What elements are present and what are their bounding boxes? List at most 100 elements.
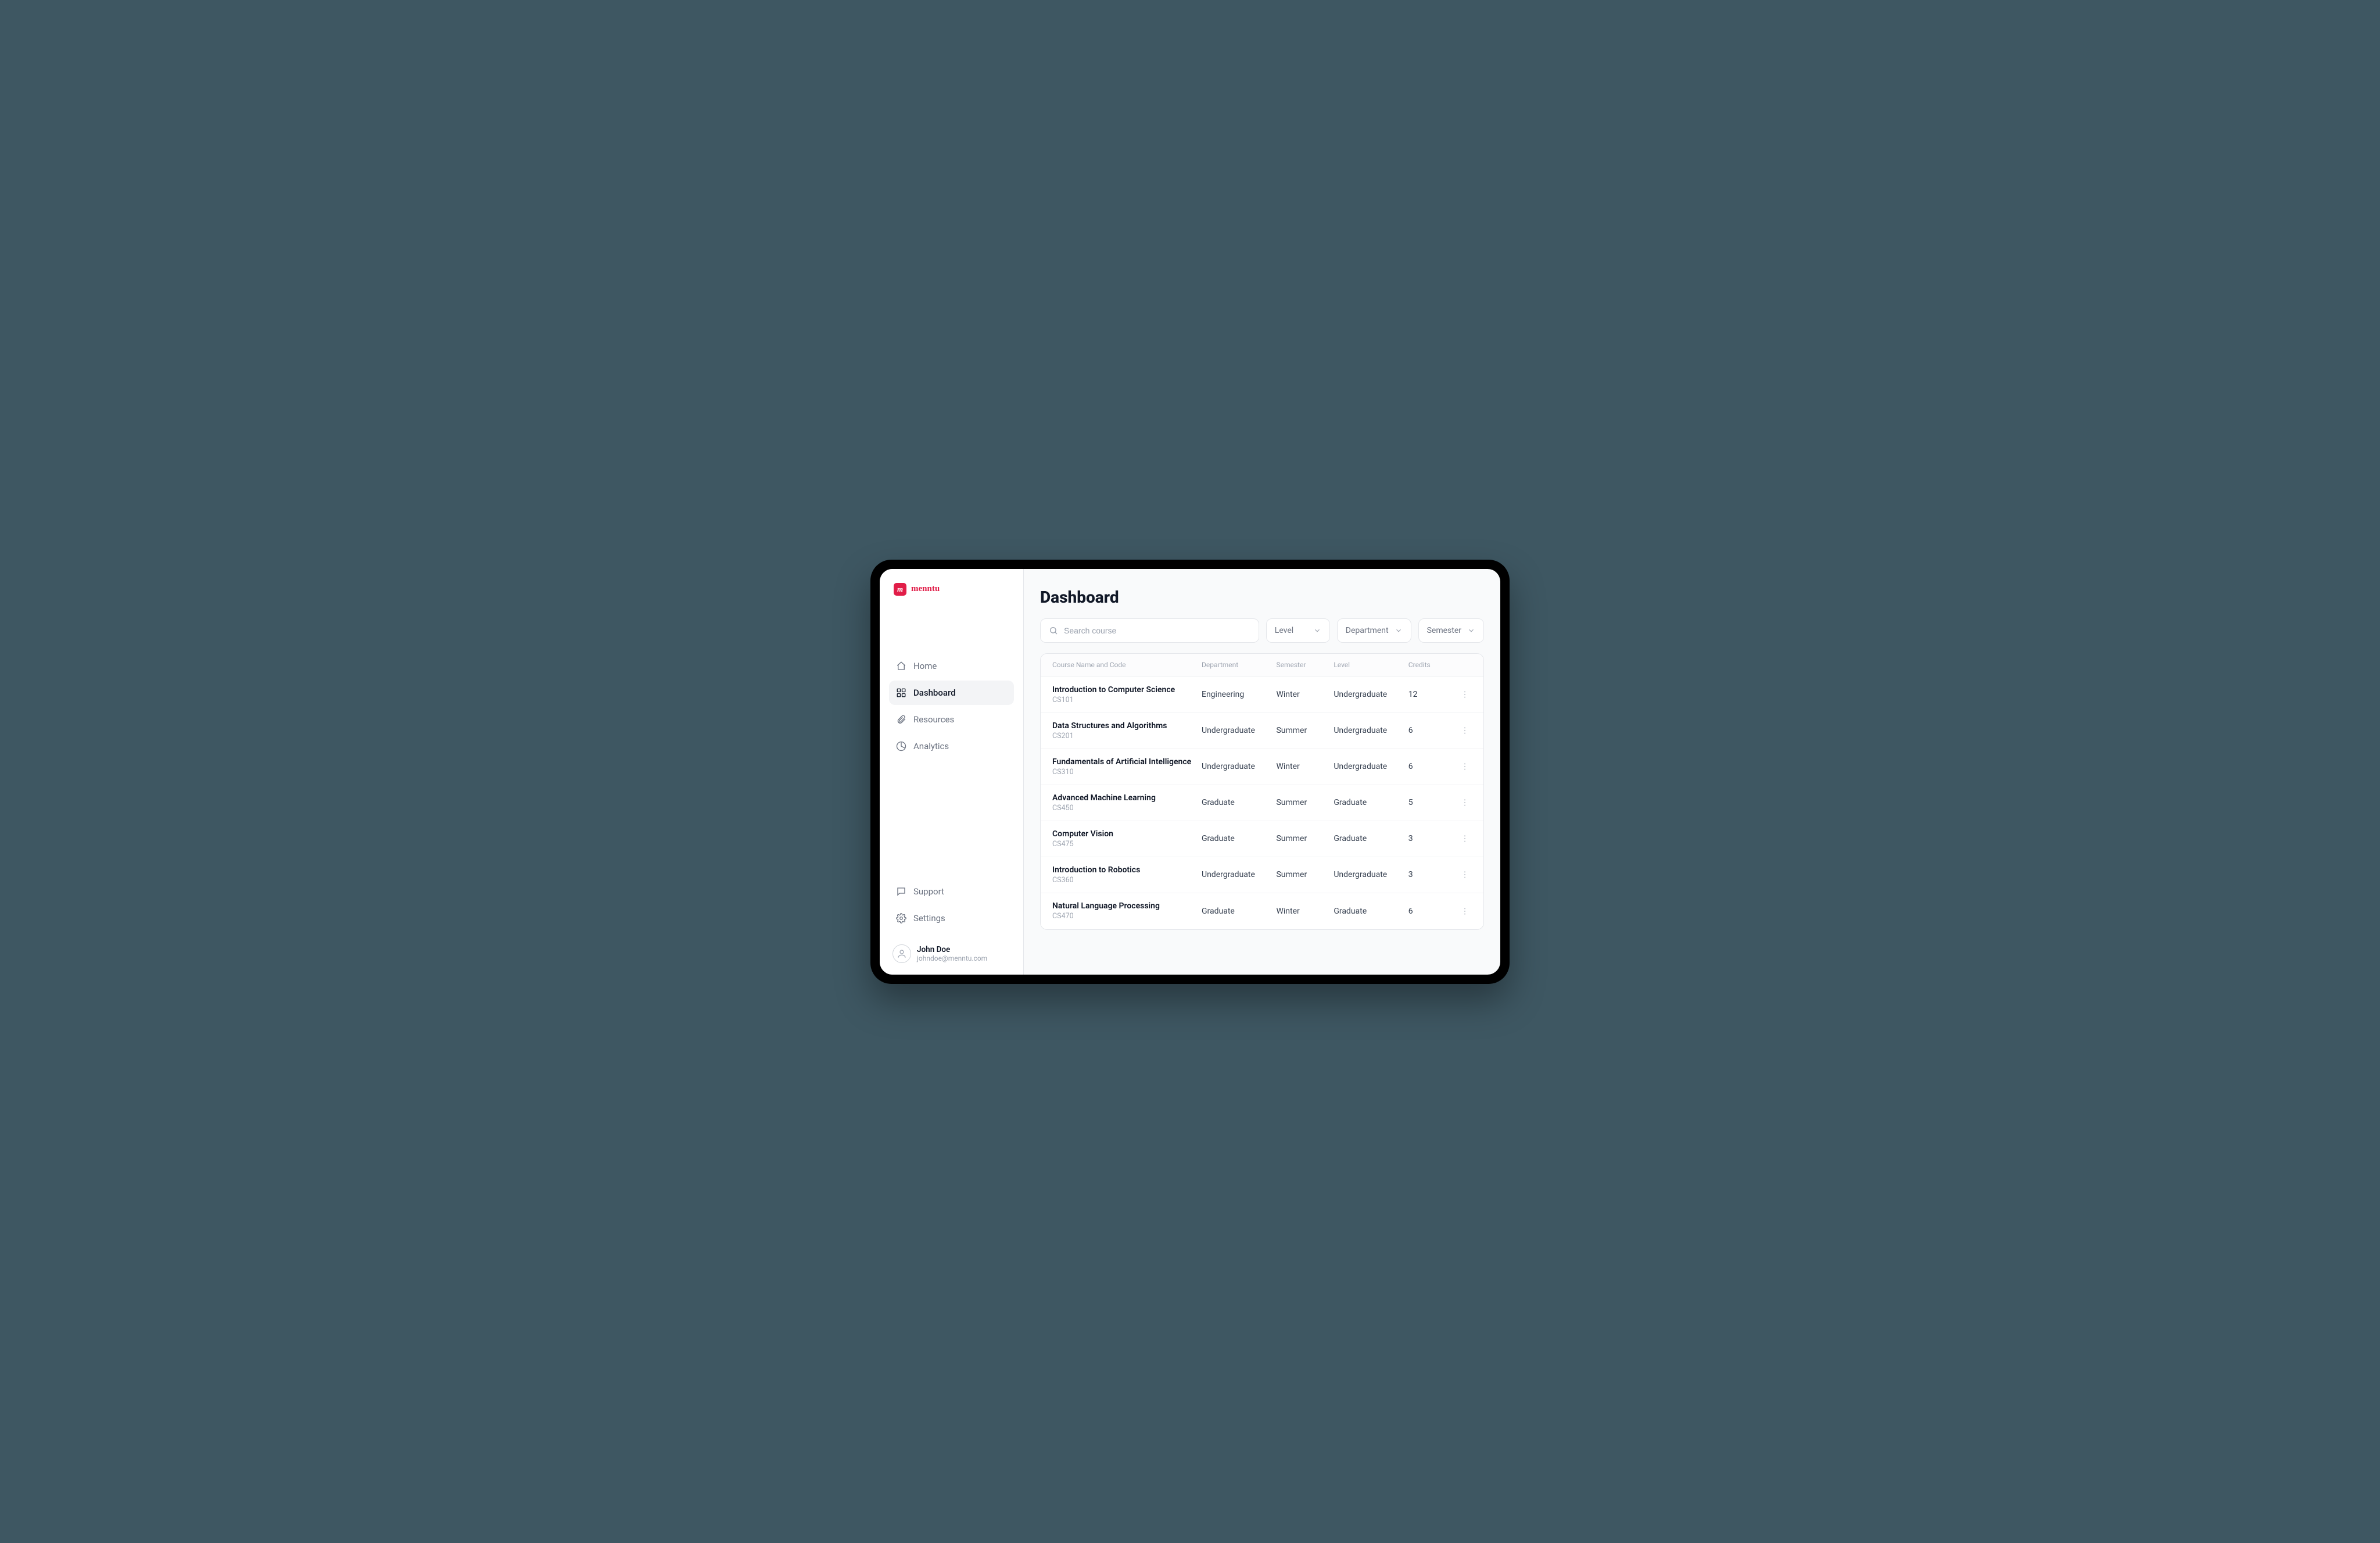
table-row[interactable]: Fundamentals of Artificial IntelligenceC… — [1041, 749, 1483, 785]
table-row[interactable]: Introduction to Computer Science CS101Eng… — [1041, 677, 1483, 713]
course-name: Introduction to Robotics — [1052, 865, 1202, 875]
cell-credits: 6 — [1408, 907, 1449, 916]
cell-credits: 3 — [1408, 834, 1449, 843]
col-department: Department — [1202, 661, 1276, 669]
row-actions-button[interactable] — [1458, 832, 1472, 846]
cell-credits: 3 — [1408, 870, 1449, 879]
sidebar-nav-secondary: Support Settings — [889, 879, 1014, 930]
sidebar-item-label: Resources — [913, 714, 954, 725]
profile-email: johndoe@menntu.com — [917, 954, 987, 962]
tablet-frame: m menntu Home Dashboard Resources Analytics… — [870, 560, 1510, 984]
avatar — [892, 944, 911, 963]
filter-select-level[interactable]: Level — [1266, 618, 1330, 643]
row-actions-button[interactable] — [1458, 868, 1472, 882]
dots-vertical-icon — [1460, 834, 1469, 843]
cell-department: Engineering — [1202, 690, 1276, 699]
cell-semester: Summer — [1276, 726, 1334, 735]
cell-credits: 6 — [1408, 726, 1449, 735]
home-icon — [896, 661, 906, 671]
row-actions-button[interactable] — [1458, 760, 1472, 774]
course-code: CS310 — [1052, 768, 1202, 776]
chat-icon — [896, 886, 906, 897]
cell-semester: Summer — [1276, 870, 1334, 879]
sidebar-item-label: Settings — [913, 913, 945, 923]
table-header: Course Name and Code Department Semester… — [1041, 654, 1483, 677]
chevron-down-icon — [1313, 626, 1321, 635]
search-icon — [1049, 626, 1058, 635]
logo-badge: m — [894, 583, 906, 596]
sidebar-item-label: Analytics — [913, 741, 949, 751]
cell-semester: Winter — [1276, 907, 1334, 916]
col-level: Level — [1334, 661, 1408, 669]
cell-level: Undergraduate — [1334, 870, 1408, 879]
cell-semester: Winter — [1276, 690, 1334, 699]
course-code: CS475 — [1052, 840, 1202, 849]
sidebar-item-support[interactable]: Support — [889, 879, 1014, 904]
col-semester: Semester — [1276, 661, 1334, 669]
chevron-down-icon — [1467, 626, 1475, 635]
course-name: Data Structures and Algorithms — [1052, 721, 1202, 731]
col-credits: Credits — [1408, 661, 1449, 669]
filter-row: Level Department Semester — [1040, 618, 1484, 643]
col-course: Course Name and Code — [1052, 661, 1202, 669]
course-name: Natural Language Processing — [1052, 901, 1202, 911]
paperclip-icon — [896, 714, 906, 725]
cell-level: Graduate — [1334, 907, 1408, 916]
course-code: CS450 — [1052, 804, 1202, 812]
profile-card[interactable]: John Doe johndoe@menntu.com — [889, 940, 1014, 965]
page-title: Dashboard — [1040, 588, 1484, 607]
profile-name: John Doe — [917, 945, 987, 954]
logo-text: menntu — [911, 584, 940, 594]
sidebar-item-analytics[interactable]: Analytics — [889, 734, 1014, 758]
table-row[interactable]: Advanced Machine LearningCS450GraduateSu… — [1041, 785, 1483, 821]
cell-semester: Summer — [1276, 798, 1334, 807]
sidebar-item-dashboard[interactable]: Dashboard — [889, 681, 1014, 705]
cell-department: Undergraduate — [1202, 870, 1276, 879]
cell-level: Graduate — [1334, 798, 1408, 807]
course-code: CS101 — [1052, 696, 1202, 704]
sidebar-item-label: Home — [913, 661, 937, 671]
sidebar-nav-primary: Home Dashboard Resources Analytics — [889, 654, 1014, 758]
row-actions-button[interactable] — [1458, 724, 1472, 738]
row-actions-button[interactable] — [1458, 688, 1472, 701]
row-actions-button[interactable] — [1458, 904, 1472, 918]
dots-vertical-icon — [1460, 690, 1469, 699]
table-row[interactable]: Computer VisionCS475GraduateSummerGradua… — [1041, 821, 1483, 857]
chevron-down-icon — [1395, 626, 1403, 635]
cell-semester: Summer — [1276, 834, 1334, 843]
row-actions-button[interactable] — [1458, 796, 1472, 810]
cell-department: Undergraduate — [1202, 762, 1276, 771]
dots-vertical-icon — [1460, 907, 1469, 916]
cell-level: Undergraduate — [1334, 726, 1408, 735]
cell-level: Graduate — [1334, 834, 1408, 843]
sidebar-item-home[interactable]: Home — [889, 654, 1014, 678]
table-row[interactable]: Data Structures and AlgorithmsCS201Under… — [1041, 713, 1483, 749]
course-code: CS470 — [1052, 912, 1202, 921]
course-name: Introduction to Computer Science — [1052, 685, 1202, 694]
cell-department: Graduate — [1202, 798, 1276, 807]
brand-logo[interactable]: m menntu — [889, 583, 1014, 602]
filter-select-department[interactable]: Department — [1337, 618, 1411, 643]
cell-level: Undergraduate — [1334, 690, 1408, 699]
filter-select-semester[interactable]: Semester — [1418, 618, 1484, 643]
course-name: Computer Vision — [1052, 829, 1202, 839]
dashboard-icon — [896, 688, 906, 698]
course-name: Fundamentals of Artificial Intelligence — [1052, 757, 1202, 767]
search-box[interactable] — [1040, 618, 1259, 643]
dots-vertical-icon — [1460, 726, 1469, 735]
cell-semester: Winter — [1276, 762, 1334, 771]
select-label: Department — [1346, 626, 1389, 635]
cell-credits: 5 — [1408, 798, 1449, 807]
select-label: Level — [1275, 626, 1293, 635]
cell-department: Graduate — [1202, 907, 1276, 916]
courses-table: Course Name and Code Department Semester… — [1040, 653, 1484, 930]
sidebar-item-label: Support — [913, 886, 944, 897]
table-row[interactable]: Natural Language ProcessingCS470Graduate… — [1041, 893, 1483, 929]
table-row[interactable]: Introduction to RoboticsCS360Undergradua… — [1041, 857, 1483, 893]
cell-department: Undergraduate — [1202, 726, 1276, 735]
app-screen: m menntu Home Dashboard Resources Analytics… — [880, 569, 1500, 975]
sidebar-item-resources[interactable]: Resources — [889, 707, 1014, 732]
search-input[interactable] — [1064, 626, 1250, 635]
sidebar-item-settings[interactable]: Settings — [889, 906, 1014, 930]
main-content: Dashboard LevelDepartmentSemester Course… — [1024, 569, 1500, 975]
